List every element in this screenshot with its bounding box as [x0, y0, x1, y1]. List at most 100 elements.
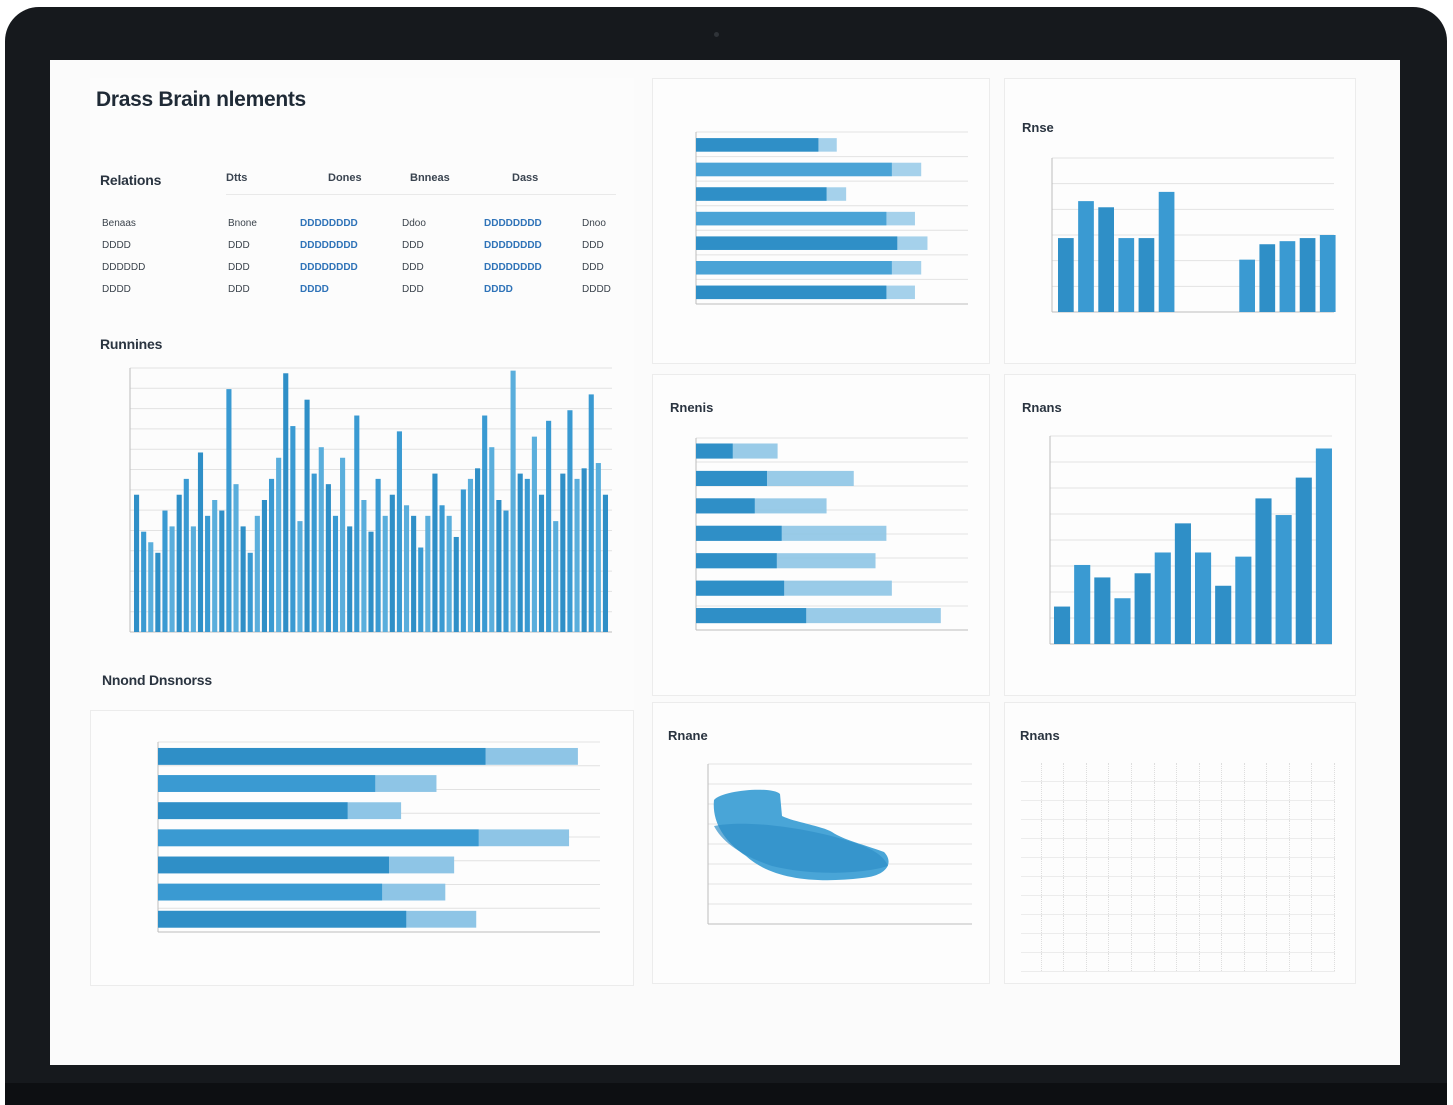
bar [158, 802, 348, 820]
bar [354, 415, 360, 632]
table-cell [1154, 838, 1178, 858]
table-cell: DDDDDDDD [484, 262, 542, 273]
table-cell [1086, 914, 1110, 934]
table-cell [1041, 819, 1065, 839]
table-row[interactable]: DDDDDD DDD DDDDDDDD DDD DDDDDDDD DDD [102, 256, 616, 278]
table-row [1021, 933, 1335, 953]
bar [595, 463, 601, 632]
table-cell [1108, 895, 1132, 915]
stats-header-row: Dtts Dones Bnneas Dass [226, 168, 616, 195]
bar [233, 484, 239, 632]
table-cell [1266, 819, 1290, 839]
table-row[interactable]: DDDD DDD DDDD DDD DDDD DDDD [102, 278, 616, 300]
table-cell [1086, 819, 1110, 839]
table-cell [1244, 933, 1268, 953]
table-cell [1311, 876, 1335, 896]
bar [696, 236, 898, 250]
table-cell [1311, 952, 1335, 972]
table-cell: DDDD [300, 284, 329, 295]
table-cell [1176, 952, 1200, 972]
bar [190, 526, 196, 632]
bar [696, 498, 755, 514]
bar [403, 505, 410, 632]
bar [1299, 238, 1316, 312]
bar [696, 138, 819, 152]
table-row [1021, 876, 1335, 896]
area-chart [707, 763, 972, 925]
bar [453, 536, 459, 632]
bar [524, 478, 530, 632]
table-cell [1266, 781, 1290, 801]
table-cell: DDDDDDDD [484, 218, 542, 229]
table-cell [1108, 914, 1132, 934]
table-cell [1176, 895, 1200, 915]
table-cell [1108, 800, 1132, 820]
table-cell [1063, 952, 1087, 972]
bar [696, 285, 887, 300]
bar [1279, 241, 1296, 312]
bar [696, 261, 892, 275]
table-cell: DDD [402, 240, 424, 251]
stats-header: Dtts [226, 168, 328, 195]
table-row [1021, 857, 1335, 877]
bar [340, 457, 346, 632]
dashboard-title: Drass Brain nlements [96, 88, 306, 111]
table-cell [1063, 876, 1087, 896]
area-shape-inner [714, 823, 888, 873]
table-cell [1221, 876, 1245, 896]
table-row[interactable]: DDDD DDD DDDDDDDD DDD DDDDDDDD DDD [102, 234, 616, 256]
table-cell [1154, 952, 1178, 972]
bar [158, 775, 376, 792]
bar [1154, 552, 1171, 644]
table-cell [1131, 857, 1155, 877]
table-row [1021, 819, 1335, 839]
table-cell [1108, 857, 1132, 877]
table-cell [1176, 876, 1200, 896]
table-cell: DDDD [484, 284, 513, 295]
bar [503, 510, 509, 632]
main-column-chart [129, 367, 612, 633]
bar [531, 436, 537, 632]
table-cell: DDDDDDDD [300, 218, 358, 229]
bar [1074, 564, 1091, 644]
table-cell [1108, 781, 1132, 801]
table-cell [1154, 800, 1178, 820]
table-cell [1021, 800, 1042, 820]
bar [1319, 235, 1336, 312]
table-row [1021, 781, 1335, 801]
bar [1174, 523, 1191, 644]
table-cell [1199, 781, 1223, 801]
table-cell [1086, 876, 1110, 896]
bar [696, 162, 892, 177]
panel-table [1004, 702, 1356, 984]
table-cell [1311, 838, 1335, 858]
bar [347, 526, 353, 632]
table-cell [1041, 838, 1065, 858]
bar [696, 580, 785, 596]
bar [297, 521, 303, 632]
table-cell [1289, 895, 1313, 915]
table-cell [1063, 763, 1087, 782]
bar [1058, 238, 1074, 312]
table-cell [1131, 952, 1155, 972]
top-hbar-chart [695, 131, 968, 305]
bar [1215, 585, 1232, 644]
table-cell [1311, 895, 1335, 915]
table-cell [1041, 914, 1065, 934]
panel-title: Rnane [668, 728, 708, 743]
bar [304, 399, 310, 632]
table-cell [1154, 781, 1178, 801]
table-cell [1266, 876, 1290, 896]
table-cell [1176, 781, 1200, 801]
table-cell: DDD [228, 240, 250, 251]
bar [418, 547, 424, 632]
table-cell [1176, 819, 1200, 839]
mid-right-column-chart [1049, 435, 1332, 645]
bar [1255, 498, 1272, 644]
table-cell [1041, 857, 1065, 877]
table-cell [1221, 781, 1245, 801]
table-cell: Ddoo [402, 218, 426, 229]
table-cell [1041, 800, 1065, 820]
table-row[interactable]: Benaas Bnone DDDDDDDD Ddoo DDDDDDDD Dnoo [102, 212, 616, 234]
bar [158, 747, 486, 765]
